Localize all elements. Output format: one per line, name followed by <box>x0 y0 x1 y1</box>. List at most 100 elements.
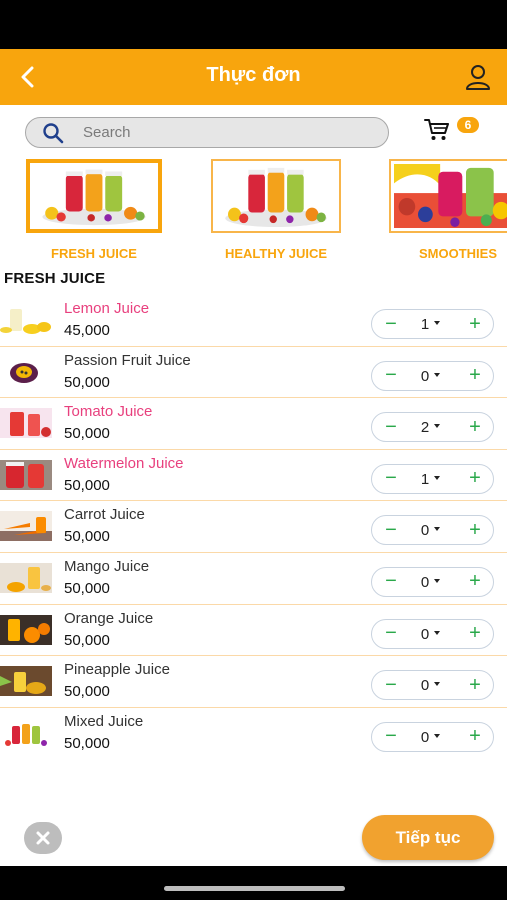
product-price: 50,000 <box>64 734 110 752</box>
product-name: Mango Juice <box>64 557 150 575</box>
product-row-orange-juice[interactable]: Orange Juice 50,000 − 0 + <box>0 605 507 657</box>
product-name: Watermelon Juice <box>64 454 184 472</box>
chevron-down-icon[interactable] <box>434 475 440 480</box>
product-name: Mixed Juice <box>64 712 144 730</box>
quantity-stepper: − 0 + <box>371 721 494 752</box>
product-image <box>0 459 52 490</box>
home-indicator[interactable] <box>164 886 345 891</box>
product-image <box>0 717 52 748</box>
category-image <box>26 159 162 233</box>
quantity-value: 0 <box>420 367 430 385</box>
search-input[interactable] <box>83 124 343 141</box>
chevron-down-icon[interactable] <box>434 372 440 377</box>
product-row-passion-fruit-juice[interactable]: Passion Fruit Juice 50,000 − 0 + <box>0 347 507 399</box>
product-price: 50,000 <box>64 476 110 494</box>
close-icon <box>36 831 50 845</box>
quantity-stepper: − 0 + <box>371 515 494 546</box>
quantity-stepper: − 0 + <box>371 360 494 391</box>
category-image <box>389 159 507 233</box>
category-label: HEALTHY JUICE <box>224 246 328 261</box>
minus-icon[interactable]: − <box>376 413 406 441</box>
chevron-down-icon[interactable] <box>434 630 440 635</box>
user-icon <box>466 65 490 90</box>
product-row-mango-juice[interactable]: Mango Juice 50,000 − 0 + <box>0 553 507 605</box>
quantity-value: 1 <box>420 470 430 488</box>
minus-icon[interactable]: − <box>376 516 406 544</box>
plus-icon[interactable]: + <box>460 362 490 390</box>
product-price: 50,000 <box>64 373 110 391</box>
product-name: Lemon Juice <box>64 300 150 317</box>
minus-icon[interactable]: − <box>376 362 406 390</box>
chevron-down-icon[interactable] <box>434 733 440 738</box>
product-image <box>0 356 52 387</box>
product-list: Lemon Juice 45,000 − 1 + Passion Fruit J… <box>0 295 507 759</box>
minus-icon[interactable]: − <box>376 465 406 493</box>
chevron-down-icon[interactable] <box>434 424 440 429</box>
chevron-down-icon[interactable] <box>434 527 440 532</box>
cart-button[interactable]: 6 <box>424 115 480 145</box>
chevron-down-icon[interactable] <box>434 321 440 325</box>
product-row-carrot-juice[interactable]: Carrot Juice 50,000 − 0 + <box>0 501 507 553</box>
product-row-mixed-juice[interactable]: Mixed Juice 50,000 − 0 + <box>0 708 507 760</box>
chevron-down-icon[interactable] <box>434 578 440 583</box>
search-bar[interactable] <box>25 117 389 148</box>
product-price: 50,000 <box>64 683 110 701</box>
plus-icon[interactable]: + <box>460 723 490 751</box>
category-carousel: FRESH JUICE HEALTHY JUICE SMOOTHIES <box>0 159 507 264</box>
minus-icon[interactable]: − <box>376 310 406 338</box>
quantity-stepper: − 1 + <box>371 309 494 339</box>
plus-icon[interactable]: + <box>460 568 490 596</box>
category-label: FRESH JUICE <box>51 246 137 261</box>
minus-icon[interactable]: − <box>376 723 406 751</box>
continue-button[interactable]: Tiếp tục <box>362 815 494 860</box>
category-image <box>211 159 341 233</box>
product-image <box>0 614 52 645</box>
minus-icon[interactable]: − <box>376 568 406 596</box>
quantity-stepper: − 1 + <box>371 463 494 494</box>
product-name: Carrot Juice <box>64 506 145 524</box>
product-name: Tomato Juice <box>64 403 153 421</box>
plus-icon[interactable]: + <box>460 516 490 544</box>
cart-count-badge: 6 <box>457 117 479 133</box>
clear-order-button[interactable] <box>24 822 62 854</box>
product-price: 50,000 <box>64 631 110 649</box>
cart-icon <box>424 119 449 140</box>
quantity-value: 0 <box>420 728 430 746</box>
search-icon <box>42 122 64 144</box>
product-image <box>0 305 52 335</box>
app-screen: Thực đơn 6 <box>0 49 507 866</box>
product-image <box>0 666 52 697</box>
minus-icon[interactable]: − <box>376 671 406 699</box>
plus-icon[interactable]: + <box>460 310 490 338</box>
minus-icon[interactable]: − <box>376 620 406 648</box>
quantity-stepper: − 2 + <box>371 412 494 443</box>
page-title: Thực đơn <box>206 64 301 86</box>
quantity-value: 0 <box>420 625 430 643</box>
plus-icon[interactable]: + <box>460 620 490 648</box>
product-name: Passion Fruit Juice <box>64 351 191 369</box>
product-price: 50,000 <box>64 425 110 443</box>
quantity-value: 0 <box>420 573 430 591</box>
top-app-bar: Thực đơn <box>0 49 507 105</box>
section-title: FRESH JUICE <box>4 270 106 287</box>
profile-button[interactable] <box>462 61 494 93</box>
system-nav-bar <box>0 866 507 900</box>
quantity-stepper: − 0 + <box>371 566 494 597</box>
product-row-watermelon-juice[interactable]: Watermelon Juice 50,000 − 1 + <box>0 450 507 502</box>
product-image <box>0 562 52 593</box>
plus-icon[interactable]: + <box>460 465 490 493</box>
product-price: 50,000 <box>64 579 110 597</box>
category-label: SMOOTHIES <box>418 246 497 261</box>
product-price: 45,000 <box>64 322 110 339</box>
plus-icon[interactable]: + <box>460 413 490 441</box>
product-image <box>0 511 52 542</box>
quantity-stepper: − 0 + <box>371 618 494 649</box>
product-row-lemon-juice[interactable]: Lemon Juice 45,000 − 1 + <box>0 295 507 347</box>
quantity-stepper: − 0 + <box>371 670 494 701</box>
plus-icon[interactable]: + <box>460 671 490 699</box>
product-row-tomato-juice[interactable]: Tomato Juice 50,000 − 2 + <box>0 398 507 450</box>
product-row-pineapple-juice[interactable]: Pineapple Juice 50,000 − 0 + <box>0 656 507 708</box>
product-name: Pineapple Juice <box>64 661 170 679</box>
product-image <box>0 408 52 439</box>
chevron-down-icon[interactable] <box>434 682 440 687</box>
